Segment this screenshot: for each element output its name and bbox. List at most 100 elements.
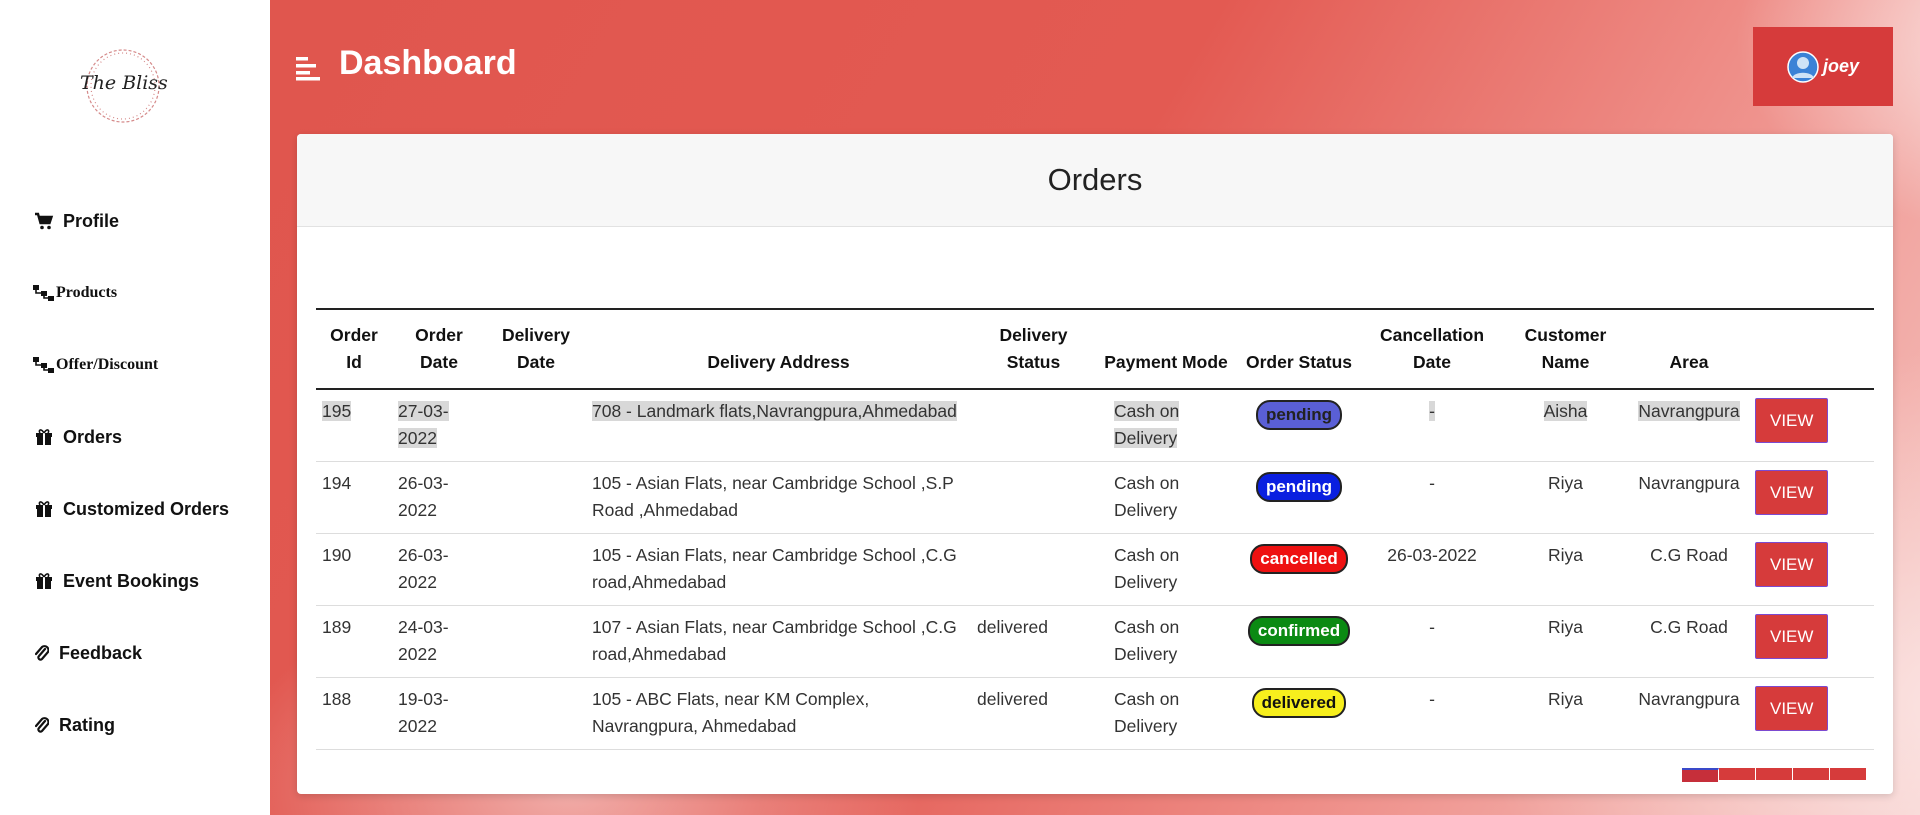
sitemap-icon (33, 355, 55, 375)
sidebar-item-label: Offer/Discount (56, 356, 159, 373)
col-header[interactable]: Delivery Date (486, 308, 586, 390)
cell-delivery-status (971, 461, 1096, 534)
cell-order-id: 188 (316, 677, 392, 750)
cell-order-id: 195 (316, 389, 392, 462)
page-button[interactable] (1830, 768, 1867, 780)
card-header: Orders (297, 134, 1893, 227)
cell-order-status: confirmed (1236, 605, 1362, 678)
sidebar-item-label: Event Bookings (63, 570, 200, 591)
card-title: Orders (1047, 162, 1143, 197)
orders-card: Orders Order Id Order Date Delivery Date… (297, 134, 1893, 794)
cell-address: 107 - Asian Flats, near Cambridge School… (586, 605, 971, 678)
sidebar-item-rating[interactable]: Rating (33, 710, 115, 740)
page-button[interactable] (1719, 768, 1756, 780)
user-name: joey (1822, 56, 1860, 76)
col-header (1749, 308, 1874, 390)
sidebar-item-label: Rating (59, 714, 115, 735)
cell-order-id: 190 (316, 533, 392, 606)
sidebar-item-products[interactable]: Products (33, 278, 117, 308)
col-header[interactable]: Order Id (316, 308, 392, 390)
col-header[interactable]: Delivery Status (971, 308, 1096, 390)
cell-action: VIEW (1749, 389, 1874, 462)
user-avatar-icon (1787, 50, 1819, 83)
cell-delivery-date (486, 677, 586, 750)
cell-order-status: pending (1236, 461, 1362, 534)
cell-area: Navrangpura (1629, 677, 1749, 750)
sidebar-item-profile[interactable]: Profile (33, 206, 119, 236)
view-button[interactable]: VIEW (1755, 398, 1829, 443)
col-header[interactable]: Customer Name (1502, 308, 1629, 390)
cell-area: C.G Road (1629, 533, 1749, 606)
view-button[interactable]: VIEW (1755, 470, 1829, 515)
cell-payment-mode: Cash on Delivery (1096, 461, 1236, 534)
cell-order-date: 26-03-2022 (392, 533, 486, 606)
gift-icon (33, 427, 55, 447)
table-row: 194 26-03-2022 105 - Asian Flats, near C… (316, 461, 1874, 534)
cart-icon (33, 211, 55, 231)
page-button[interactable] (1682, 768, 1719, 782)
cell-payment-mode: Cash on Delivery (1096, 677, 1236, 750)
sidebar-item-orders[interactable]: Orders (33, 422, 122, 452)
cell-cancellation-date: - (1362, 605, 1502, 678)
cell-order-id: 189 (316, 605, 392, 678)
view-button[interactable]: VIEW (1755, 686, 1829, 731)
cell-customer-name: Aisha (1502, 389, 1629, 462)
table-row: 195 27-03-2022 708 - Landmark flats,Navr… (316, 389, 1874, 462)
cell-order-status: pending (1236, 389, 1362, 462)
page-title: Dashboard (339, 44, 517, 82)
cell-action: VIEW (1749, 677, 1874, 750)
cell-delivery-status (971, 389, 1096, 462)
col-header[interactable]: Order Date (392, 308, 486, 390)
cell-area: Navrangpura (1629, 461, 1749, 534)
status-badge: confirmed (1247, 616, 1351, 646)
cell-order-status: cancelled (1236, 533, 1362, 606)
cell-customer-name: Riya (1502, 605, 1629, 678)
orders-table: Order Id Order Date Delivery Date Delive… (316, 308, 1874, 750)
sidebar-item-label: Profile (63, 210, 120, 231)
col-header[interactable]: Cancellation Date (1362, 308, 1502, 390)
paperclip-icon (33, 715, 51, 735)
gift-icon (33, 499, 55, 519)
sidebar-item-offer-discount[interactable]: Offer/Discount (33, 350, 158, 380)
cell-address: 105 - Asian Flats, near Cambridge School… (586, 533, 971, 606)
cell-area: C.G Road (1629, 605, 1749, 678)
gift-icon (33, 571, 55, 591)
cell-payment-mode: Cash on Delivery (1096, 389, 1236, 462)
status-badge: pending (1255, 400, 1343, 430)
cell-address: 708 - Landmark flats,Navrangpura,Ahmedab… (586, 389, 971, 462)
cell-order-id: 194 (316, 461, 392, 534)
cell-order-date: 27-03-2022 (392, 389, 486, 462)
cell-customer-name: Riya (1502, 461, 1629, 534)
col-header[interactable]: Delivery Address (586, 308, 971, 390)
sidebar-item-customized-orders[interactable]: Customized Orders (33, 494, 229, 524)
cell-delivery-status: delivered (971, 605, 1096, 678)
cell-cancellation-date: 26-03-2022 (1362, 533, 1502, 606)
cell-cancellation-date: - (1362, 677, 1502, 750)
cell-delivery-date (486, 461, 586, 534)
status-badge: delivered (1251, 688, 1347, 718)
sidebar-item-label: Customized Orders (63, 498, 230, 519)
page-button[interactable] (1793, 768, 1830, 780)
user-menu-button[interactable]: joey (1753, 27, 1893, 106)
page-button[interactable] (1756, 768, 1793, 780)
sidebar-item-label: Feedback (59, 642, 143, 663)
sidebar-item-label: Products (56, 284, 118, 301)
view-button[interactable]: VIEW (1755, 542, 1829, 587)
cell-delivery-date (486, 389, 586, 462)
col-header[interactable]: Order Status (1236, 308, 1362, 390)
cell-payment-mode: Cash on Delivery (1096, 533, 1236, 606)
sidebar-item-feedback[interactable]: Feedback (33, 638, 142, 668)
view-button[interactable]: VIEW (1755, 614, 1829, 659)
col-header[interactable]: Area (1629, 308, 1749, 390)
cell-action: VIEW (1749, 605, 1874, 678)
table-row: 190 26-03-2022 105 - Asian Flats, near C… (316, 533, 1874, 606)
cell-customer-name: Riya (1502, 533, 1629, 606)
menu-toggle-icon[interactable] (296, 55, 322, 81)
cell-cancellation-date: - (1362, 389, 1502, 462)
col-header[interactable]: Payment Mode (1096, 308, 1236, 390)
cell-customer-name: Riya (1502, 677, 1629, 750)
cell-order-date: 24-03-2022 (392, 605, 486, 678)
table-header-row: Order Id Order Date Delivery Date Delive… (316, 308, 1874, 390)
sidebar-item-event-bookings[interactable]: Event Bookings (33, 566, 199, 596)
cell-order-date: 26-03-2022 (392, 461, 486, 534)
